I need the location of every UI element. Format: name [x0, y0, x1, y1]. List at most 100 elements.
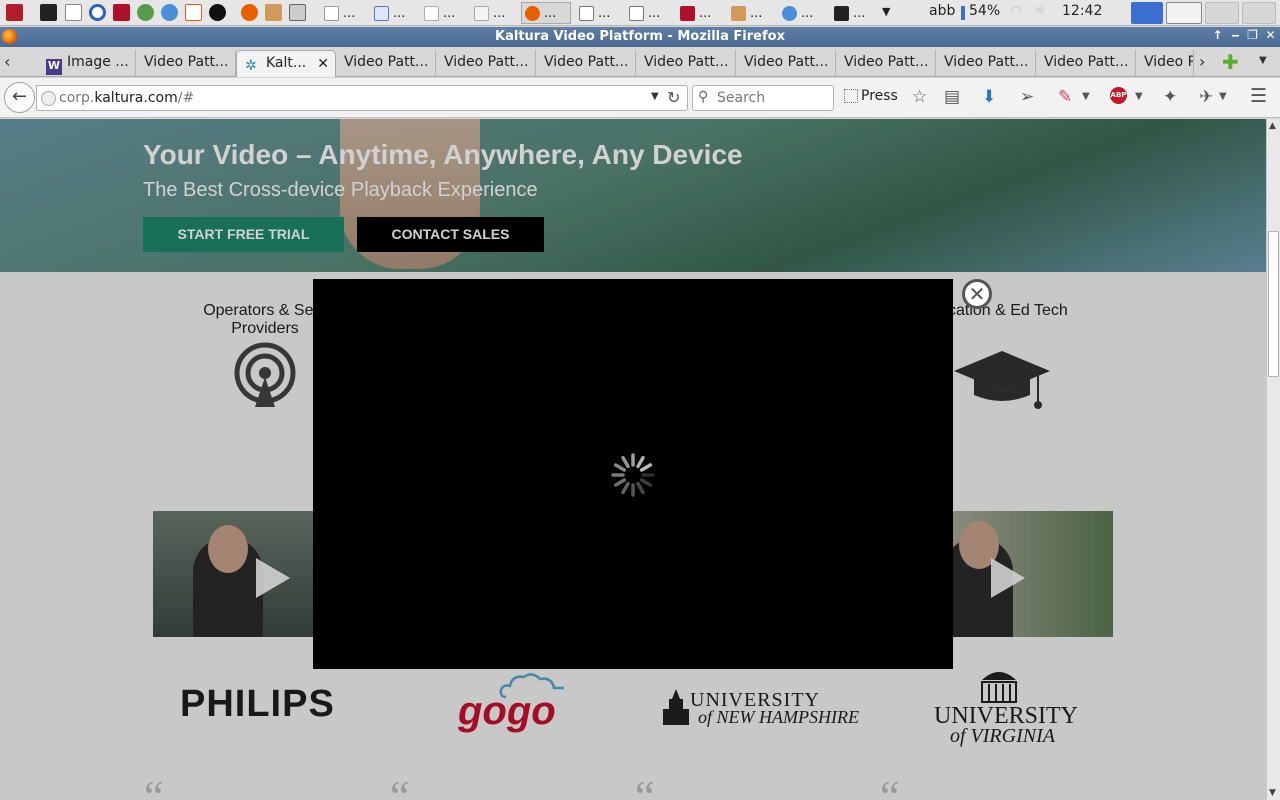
globe-icon[interactable] — [41, 91, 56, 106]
press-button[interactable]: Press — [861, 88, 898, 104]
search-input[interactable]: ⚲ Search — [692, 85, 834, 111]
taskbar-window-9[interactable]: ... — [727, 2, 773, 24]
firefox-launcher-icon[interactable] — [241, 4, 258, 21]
xmind-icon[interactable] — [185, 4, 202, 21]
taskbar-window-6[interactable]: ... — [575, 2, 621, 24]
spinner-spoke — [621, 455, 630, 469]
extension-dropdown-icon[interactable]: ▼ — [1219, 91, 1227, 102]
video-player-modal[interactable] — [313, 279, 953, 669]
page-scrollbar[interactable]: ▲ ▼ — [1266, 119, 1280, 800]
url-bar[interactable]: corp.kaltura.com/# ▼ ↻ — [36, 85, 688, 111]
reload-icon[interactable]: ↻ — [667, 88, 680, 107]
w-icon: W — [46, 59, 62, 75]
puzzle-extension-icon[interactable]: ✦ — [1163, 87, 1177, 107]
web-page: Your Video – Anytime, Anywhere, Any Devi… — [0, 119, 1266, 800]
window-up-icon[interactable]: ↑ — [1210, 28, 1225, 45]
tab-image[interactable]: W Image ... — [38, 50, 136, 77]
scrollbar-thumb[interactable] — [1268, 231, 1279, 377]
adblock-dropdown-icon[interactable]: ▼ — [1135, 91, 1143, 102]
taskbar-window-4[interactable]: ... — [470, 2, 516, 24]
mendeley-icon[interactable] — [113, 4, 130, 21]
cleaner-icon[interactable]: ✎ — [1058, 87, 1072, 107]
taskbar-window-label: ... — [493, 5, 506, 21]
document-icon — [324, 5, 339, 21]
wifi-icon[interactable]: ◠ — [1010, 3, 1022, 19]
chrome-icon[interactable] — [161, 4, 178, 21]
reading-list-icon[interactable]: ▤ — [944, 87, 960, 107]
sync-icon[interactable] — [89, 4, 106, 21]
scroll-down-arrow-icon[interactable]: ▼ — [1269, 788, 1276, 798]
tab-video-patterns[interactable]: Video Patt... — [736, 50, 836, 77]
tab-video-patterns[interactable]: Video Patt... — [136, 50, 236, 77]
magnifier-icon: ⚲ — [698, 89, 709, 105]
app-launcher-icon[interactable] — [6, 4, 23, 21]
tab-video-patterns[interactable]: Video Patt... — [936, 50, 1036, 77]
clock: 12:42 — [1062, 3, 1103, 19]
taskbar-window-firefox[interactable]: ... — [521, 2, 571, 24]
document-icon — [474, 5, 489, 21]
workspace-firefox-icon[interactable] — [1131, 2, 1163, 24]
file-manager-icon[interactable] — [265, 4, 282, 21]
send-icon[interactable]: ➢ — [1020, 87, 1034, 107]
terminal-icon[interactable] — [40, 4, 57, 21]
window-maximize-icon[interactable]: ❐ — [1245, 28, 1260, 45]
tab-scroll-right-icon[interactable]: › — [1199, 52, 1205, 71]
taskbar-window-1[interactable]: ... — [320, 2, 366, 24]
tab-label: Video Patt... — [544, 54, 629, 70]
window-minimize-icon[interactable]: ‒ — [1228, 28, 1243, 45]
bookmark-star-icon[interactable]: ☆ — [912, 87, 927, 107]
tab-video-patterns[interactable]: Video Patt... — [436, 50, 536, 77]
taskbar-window-10[interactable]: ... — [778, 2, 824, 24]
tab-video-patterns[interactable]: Video Patt... — [636, 50, 736, 77]
keyboard-layout-indicator[interactable]: abb — [929, 3, 955, 19]
adblock-icon[interactable]: ABP — [1110, 87, 1127, 104]
document-icon — [374, 5, 389, 21]
taskbar-window-7[interactable]: ... — [625, 2, 671, 24]
battery-icon — [961, 6, 965, 20]
tab-video-patterns[interactable]: Video Patt... — [836, 50, 936, 77]
url-history-dropdown-icon[interactable]: ▼ — [651, 91, 659, 102]
file-manager-icon — [731, 5, 746, 21]
downloads-icon[interactable]: ⬇ — [982, 87, 996, 107]
taskbar-window-label: ... — [699, 5, 712, 21]
scroll-up-arrow-icon[interactable]: ▲ — [1269, 121, 1276, 131]
cleaner-dropdown-icon[interactable]: ▼ — [1082, 91, 1090, 102]
tab-video-patterns[interactable]: Video Patt... — [536, 50, 636, 77]
text-editor-icon[interactable] — [65, 4, 82, 21]
tab-kaltura[interactable]: ✲ Kalt... ✕ — [236, 50, 336, 77]
taskbar-overflow-arrow-icon[interactable]: ▼ — [882, 5, 890, 18]
url-prefix: corp. — [59, 90, 95, 106]
kaltura-icon: ✲ — [245, 58, 257, 74]
workspace-3-icon[interactable] — [1205, 2, 1239, 24]
tab-close-icon[interactable]: ✕ — [317, 56, 329, 72]
extension-icon[interactable]: ✈ — [1199, 87, 1213, 107]
taskbar-window-3[interactable]: ... — [420, 2, 466, 24]
taskbar-window-8[interactable]: ... — [676, 2, 722, 24]
chrome-icon — [782, 5, 797, 21]
new-tab-icon[interactable]: ✚ — [1222, 50, 1239, 74]
anki-icon[interactable] — [209, 4, 226, 21]
tab-scroll-left-icon[interactable]: ‹ — [4, 52, 10, 71]
battery-percentage: 54% — [969, 3, 1001, 19]
taskbar-window-label: ... — [801, 5, 814, 21]
tab-video-patterns[interactable]: Video Patt... — [1036, 50, 1136, 77]
screenshot-icon[interactable] — [289, 4, 306, 21]
network-tool-icon[interactable] — [137, 4, 154, 21]
tab-video-patterns[interactable]: Video P — [1136, 50, 1194, 77]
tab-video-patterns[interactable]: Video Patt... — [336, 50, 436, 77]
workspace-terminal-icon[interactable] — [1166, 2, 1202, 24]
back-button[interactable]: ← — [4, 82, 35, 113]
tab-label: Image ... — [67, 54, 129, 70]
hamburger-menu-icon[interactable]: ☰ — [1250, 85, 1267, 107]
press-checkbox-icon[interactable] — [844, 89, 858, 103]
modal-close-button[interactable]: ✕ — [962, 279, 992, 309]
brightness-icon[interactable]: ☼ — [1034, 3, 1047, 19]
window-close-icon[interactable]: ✕ — [1263, 28, 1278, 45]
taskbar-window-2[interactable]: ... — [370, 2, 416, 24]
tab-list-icon[interactable]: ▼ — [1259, 55, 1267, 66]
workspace-4-icon[interactable] — [1242, 2, 1276, 24]
url-host: kaltura.com — [94, 90, 178, 106]
loading-spinner-icon — [611, 453, 655, 497]
spinner-spoke — [613, 478, 627, 487]
taskbar-window-11[interactable]: ... — [830, 2, 876, 24]
